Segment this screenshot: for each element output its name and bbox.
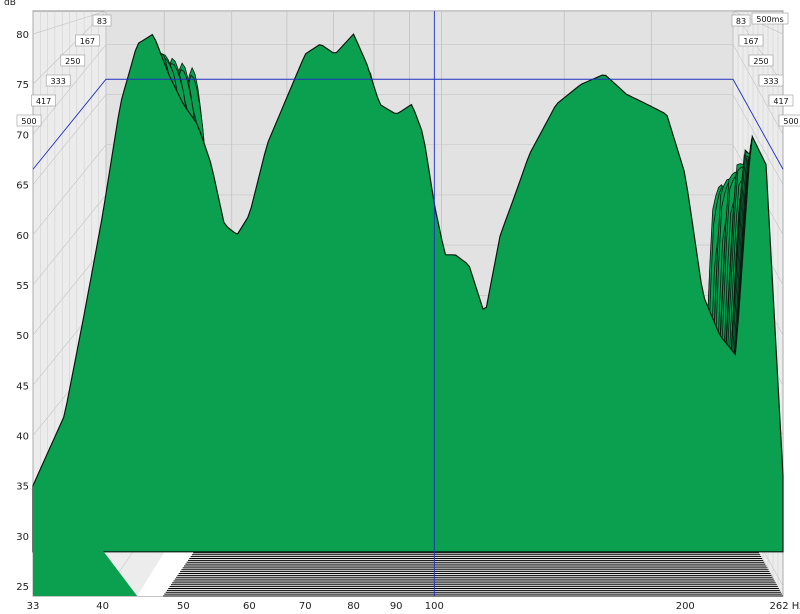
time-slice-label-left: 83 — [92, 14, 112, 27]
y-tick-label: 50 — [16, 331, 29, 342]
waterfall-plot: 83 167 250 333 417 500 500ms 83 167 250 333 417 500 2… — [16, 10, 800, 612]
x-tick-label: 262 Hz — [769, 601, 800, 612]
y-tick-label: 75 — [16, 80, 29, 91]
time-slice-label-right: 500ms — [751, 12, 789, 25]
time-slice-label-right: 500 — [778, 114, 800, 127]
x-tick-label: 50 — [177, 601, 190, 612]
time-slice-label-text: 250 — [753, 57, 768, 66]
y-unit-label: dB — [4, 0, 16, 8]
y-tick-label: 70 — [16, 130, 29, 141]
time-slice-label-text: 250 — [65, 57, 80, 66]
y-tick-label: 30 — [16, 532, 29, 543]
time-slice-label-right: 167 — [738, 34, 764, 47]
time-slice-label-left: 417 — [31, 94, 56, 107]
time-slice-label-text: 500 — [783, 117, 798, 126]
time-slice-label-text: 167 — [80, 37, 95, 46]
y-tick-label: 25 — [16, 582, 29, 593]
x-tick-label: 80 — [347, 601, 360, 612]
x-tick-label: 60 — [243, 601, 256, 612]
time-slice-label-text: 333 — [51, 77, 66, 86]
x-tick-label: 33 — [27, 601, 40, 612]
time-slice-label-right: 417 — [768, 94, 794, 107]
time-slice-label-text: 83 — [97, 17, 107, 26]
time-slice-label-text: 83 — [736, 17, 746, 26]
time-slice-label-text: 417 — [36, 97, 51, 106]
time-slice-label-text: 417 — [773, 97, 788, 106]
y-tick-label: 80 — [16, 30, 29, 41]
time-slice-label-left: 333 — [45, 74, 71, 87]
time-slice-label-right: 250 — [748, 54, 774, 67]
time-slice-label-left: 250 — [60, 54, 86, 67]
time-slice-label-text: 333 — [763, 77, 778, 86]
y-tick-label: 35 — [16, 482, 29, 493]
y-tick-label: 40 — [16, 431, 29, 442]
time-slice-label-text: 500 — [21, 117, 36, 126]
time-slice-label-text: 167 — [743, 37, 758, 46]
time-slice-label-right: 83 — [731, 14, 751, 27]
time-slice-label-right: 333 — [758, 74, 784, 87]
waterfall-chart: 83 167 250 333 417 500 500ms 83 167 250 333 417 500 2… — [0, 0, 800, 614]
y-tick-label: 55 — [16, 281, 29, 292]
time-slice-label-left: 500 — [16, 114, 42, 127]
y-tick-label: 60 — [16, 231, 29, 242]
y-tick-label: 65 — [16, 181, 29, 192]
time-slice-label-left: 167 — [75, 34, 100, 47]
x-tick-label: 70 — [299, 601, 312, 612]
y-tick-label: 45 — [16, 381, 29, 392]
x-tick-label: 100 — [425, 601, 444, 612]
x-tick-label: 200 — [676, 601, 695, 612]
time-slice-label-text: 500ms — [756, 15, 783, 24]
x-tick-label: 90 — [390, 601, 403, 612]
x-tick-label: 40 — [96, 601, 109, 612]
